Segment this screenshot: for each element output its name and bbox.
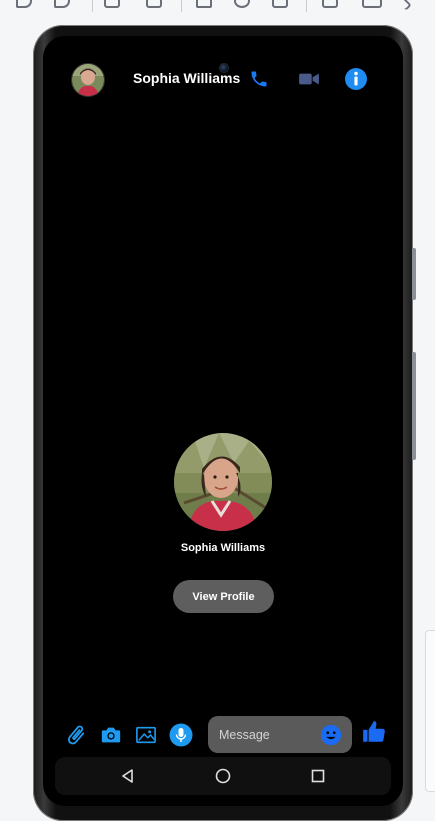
volume-up-icon[interactable] <box>16 0 32 8</box>
contact-avatar[interactable] <box>71 63 105 97</box>
volume-button[interactable] <box>412 352 416 460</box>
volume-down-icon[interactable] <box>54 0 70 8</box>
system-nav-bar <box>55 757 391 795</box>
overview-tool-icon[interactable] <box>272 0 288 8</box>
emulator-toolbar <box>0 0 435 14</box>
microphone-icon[interactable] <box>168 722 194 748</box>
profile-name: Sophia Williams <box>180 542 266 554</box>
more-tool-icon[interactable] <box>396 0 412 11</box>
rotate-right-icon[interactable] <box>146 0 162 8</box>
video-camera-icon[interactable] <box>296 66 322 92</box>
home-tool-icon[interactable] <box>234 0 250 8</box>
phone-screen: Sophia Williams Sophia Williams View Pro… <box>43 36 403 806</box>
record-tool-icon[interactable] <box>362 0 382 8</box>
thumbs-up-icon[interactable] <box>361 719 387 745</box>
power-button[interactable] <box>412 248 416 300</box>
toolbar-separator <box>92 0 93 12</box>
profile-avatar[interactable] <box>174 433 272 531</box>
info-icon[interactable] <box>343 66 369 92</box>
emoji-icon[interactable] <box>320 724 342 746</box>
contact-name: Sophia Williams <box>133 70 241 86</box>
attachment-icon[interactable] <box>63 722 89 748</box>
recents-icon[interactable] <box>308 766 328 786</box>
toolbar-separator <box>181 0 182 12</box>
rotate-left-icon[interactable] <box>104 0 120 8</box>
emulator-side-panel <box>425 630 435 792</box>
home-icon[interactable] <box>213 766 233 786</box>
phone-icon[interactable] <box>246 66 272 92</box>
image-icon[interactable] <box>133 722 159 748</box>
view-profile-button[interactable]: View Profile <box>173 580 274 613</box>
back-tool-icon[interactable] <box>196 0 212 8</box>
screenshot-tool-icon[interactable] <box>322 0 338 8</box>
toolbar-separator <box>306 0 307 12</box>
camera-icon[interactable] <box>98 722 124 748</box>
back-icon[interactable] <box>118 766 138 786</box>
